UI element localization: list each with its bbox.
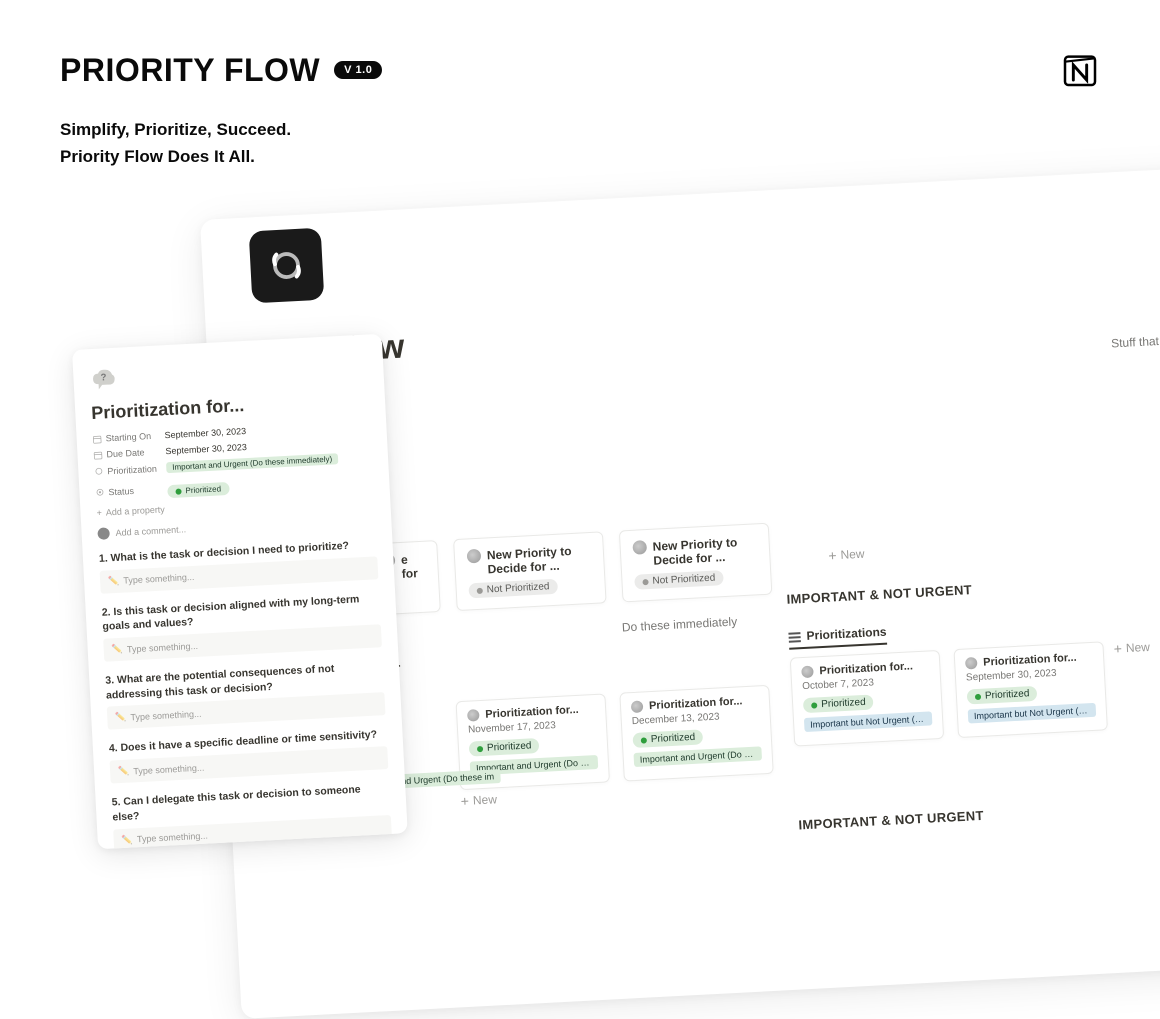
hint-need-prioritize: Stuff that need to be prioritized! [1111,328,1160,351]
version-badge: V 1.0 [334,61,382,79]
new-prioritization-button[interactable]: New [1113,639,1150,657]
status-pill-prioritized: Prioritized [632,729,703,748]
priority-card[interactable]: New Priority to Decide for ... Not Prior… [619,523,773,602]
thinking-icon [632,540,647,555]
new-priority-button[interactable]: New [785,516,909,594]
priority-tag: Important but Not Urgent (Schedul [968,702,1097,723]
detail-title: Prioritization for... [91,389,370,425]
subtitle-line2: Priority Flow Does It All. [60,143,1100,170]
prioritization-card[interactable]: Prioritization for... September 30, 2023… [953,641,1107,737]
prioritization-cards-right: Prioritization for... October 7, 2023 Pr… [790,641,1108,746]
subtitle: Simplify, Prioritize, Succeed. Priority … [60,116,1100,170]
prioritization-cards-left: Prioritization for... November 17, 2023 … [456,685,774,790]
section-important-not-urgent-2: IMPORTANT & NOT URGENT [798,808,984,833]
avatar-icon [97,527,110,540]
new-prioritization-button-2[interactable]: New [460,791,497,809]
prioritization-detail-panel: ? Prioritization for... Starting On Sept… [72,334,408,850]
status-pill-prioritized: Prioritized [803,694,874,713]
status-pill-not-prioritized: Not Prioritized [634,570,723,590]
status-pill-prioritized: Prioritized [967,686,1038,705]
svg-text:?: ? [100,372,107,383]
notion-logo-icon [1060,50,1100,90]
priority-tag: Important and Urgent (Do these im [633,746,762,767]
prioritization-card[interactable]: Prioritization for... October 7, 2023 Pr… [790,650,944,746]
add-comment[interactable]: Add a comment... [97,513,375,540]
priority-tag: Important but Not Urgent (Schedul [804,711,933,732]
priority-card[interactable]: New Priority to Decide for ... Not Prior… [453,531,607,610]
question-cloud-icon: ? [89,366,118,395]
subtitle-line1: Simplify, Prioritize, Succeed. [60,116,1100,143]
app-icon [249,228,325,304]
page-header: PRIORITY FLOW V 1.0 Simplify, Prioritize… [0,0,1160,170]
product-title: PRIORITY FLOW [60,52,320,89]
hint-do-immediately: Do these immediately [622,614,738,634]
prioritization-card[interactable]: Prioritization for... December 13, 2023 … [619,685,773,781]
thinking-icon [467,549,482,564]
status-pill-prioritized: Prioritized [469,738,540,757]
status-pill-not-prioritized: Not Prioritized [468,579,557,599]
tab-prioritizations[interactable]: Prioritizations [788,625,887,650]
